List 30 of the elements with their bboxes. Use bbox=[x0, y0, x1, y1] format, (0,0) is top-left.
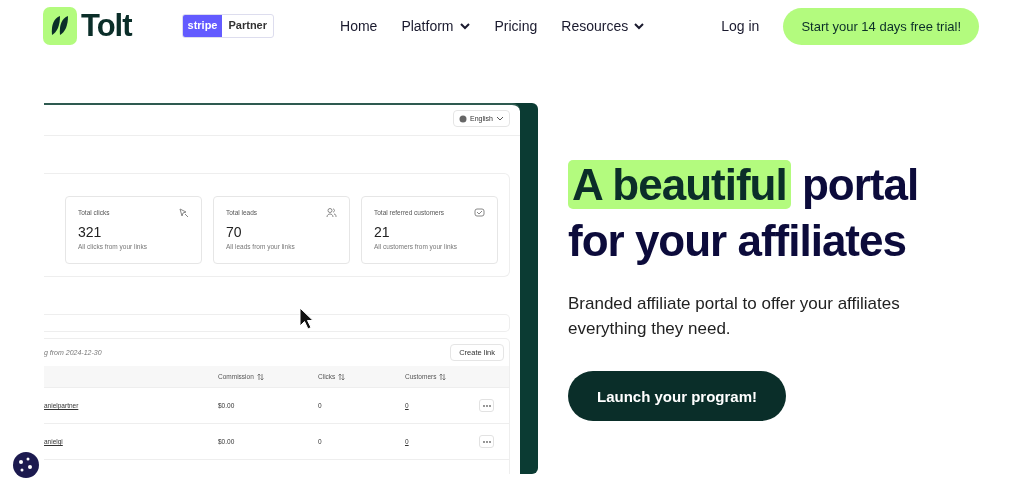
stat-value: 21 bbox=[374, 224, 391, 240]
more-icon bbox=[481, 403, 492, 408]
check-badge-icon bbox=[474, 207, 485, 218]
launch-button[interactable]: Launch your program! bbox=[568, 371, 786, 421]
nav-link[interactable]: Platform bbox=[401, 18, 471, 34]
logo-icon bbox=[43, 7, 77, 45]
logo-text: Tolt bbox=[81, 8, 132, 44]
more-button[interactable] bbox=[479, 399, 494, 412]
stat-value: 70 bbox=[226, 224, 243, 240]
globe-icon bbox=[459, 114, 468, 123]
login-link[interactable]: Log in bbox=[721, 18, 760, 34]
more-button[interactable] bbox=[479, 435, 494, 448]
sort-icon bbox=[338, 372, 346, 381]
trial-button[interactable]: Start your 14 days free trial! bbox=[783, 7, 980, 45]
users-icon bbox=[326, 207, 337, 218]
nav-link[interactable]: Home bbox=[340, 18, 378, 34]
chevron-down-icon bbox=[496, 115, 504, 122]
hero-subtitle: Branded affiliate portal to offer your affiliates everything they need. bbox=[568, 293, 901, 340]
search-field[interactable] bbox=[44, 314, 510, 332]
mouse-cursor-icon bbox=[299, 307, 314, 330]
hero-heading: A beautiful portal for your affiliates bbox=[568, 159, 920, 267]
nav-link[interactable]: Resources bbox=[561, 18, 646, 34]
sort-icon bbox=[256, 372, 264, 381]
stat-value: 321 bbox=[78, 224, 103, 240]
partner-badge: stripe Partner bbox=[181, 14, 274, 38]
cookie-icon[interactable] bbox=[12, 451, 40, 479]
more-icon bbox=[481, 439, 492, 444]
sort-icon bbox=[439, 372, 447, 381]
nav-link[interactable]: Pricing bbox=[494, 18, 538, 34]
cursor-click-icon bbox=[178, 207, 189, 218]
